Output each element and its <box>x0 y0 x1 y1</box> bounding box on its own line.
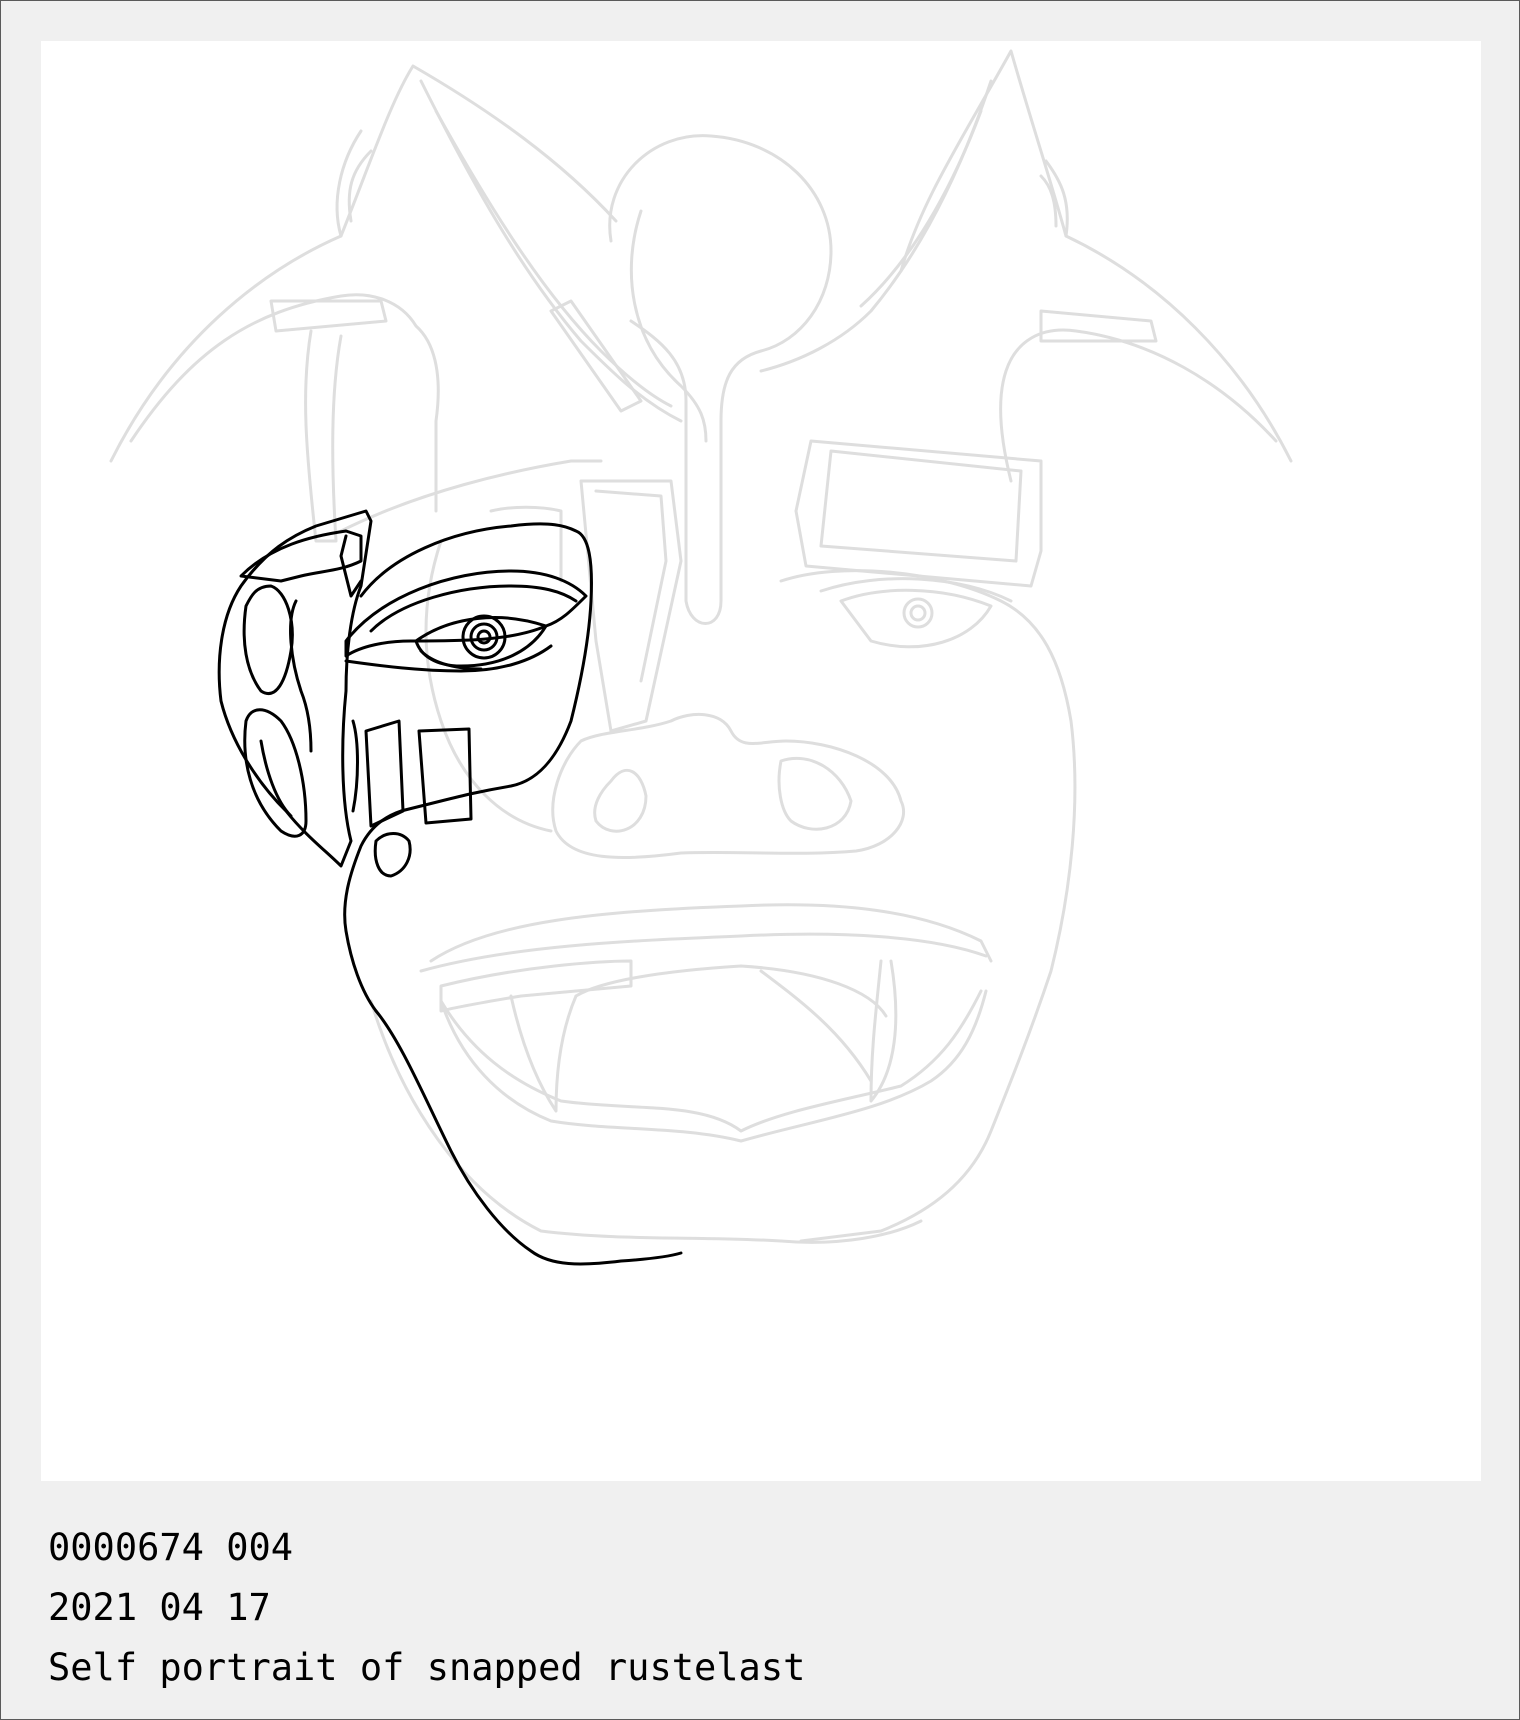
card-frame: 0000674 004 2021 04 17 Self portrait of … <box>0 0 1520 1720</box>
eye-lid-outer <box>344 569 588 658</box>
right-iris-inner <box>909 604 927 622</box>
left-piece-lower-inner <box>259 739 293 818</box>
mouth-opening <box>439 989 983 1133</box>
left-strip <box>304 329 343 543</box>
left-tab <box>269 299 388 333</box>
right-fang <box>869 959 898 1103</box>
left-cheek-faint <box>424 539 553 833</box>
cheek-block-left <box>364 719 405 828</box>
left-horn-inner <box>129 293 440 513</box>
left-blade <box>419 79 683 423</box>
crest-bulb <box>608 134 833 625</box>
right-brow-inner <box>819 449 1023 563</box>
right-tab <box>1039 309 1158 343</box>
right-brow-block <box>794 439 1043 588</box>
mouth-right-curve <box>759 969 873 1083</box>
drawing-canvas <box>41 41 1481 1481</box>
caption-title: Self portrait of snapped rustelast <box>48 1646 806 1689</box>
left-horn <box>109 64 618 463</box>
caption-date: 2021 04 17 <box>48 1586 271 1629</box>
left-piece-upper-hole <box>242 584 294 695</box>
left-nostril <box>593 768 648 833</box>
left-horn-notch <box>335 129 373 238</box>
faint-mask-sketch <box>109 49 1293 1244</box>
right-blade <box>759 79 993 373</box>
left-blade-inner <box>434 109 673 408</box>
caption-code: 0000674 004 <box>48 1526 294 1569</box>
mouth-inner-curve <box>574 964 888 1018</box>
crest-drip <box>629 209 708 443</box>
right-iris <box>902 597 934 629</box>
right-nostril <box>777 756 853 831</box>
cheek-block-right <box>417 727 473 825</box>
cheek-bottom-loop <box>373 832 412 878</box>
left-piece-inner-arc <box>289 599 313 753</box>
left-cheek-piece <box>217 509 373 868</box>
self-portrait-drawing <box>109 49 1293 1266</box>
eye-surround-top <box>343 522 593 1013</box>
left-piece-top-inner <box>239 529 363 583</box>
caption-block: 0000674 004 2021 04 17 Self portrait of … <box>48 1518 805 1698</box>
left-brow-inner <box>594 489 668 683</box>
upper-lip-inner <box>419 932 988 973</box>
left-brow-block <box>579 479 683 733</box>
right-blade-inner <box>859 109 983 308</box>
right-horn-inner <box>999 328 1278 483</box>
cheek-sliver <box>351 719 359 813</box>
ink-tracing <box>217 509 683 1266</box>
ink-jaw-line <box>374 1009 683 1266</box>
left-iris-inner <box>476 629 492 645</box>
